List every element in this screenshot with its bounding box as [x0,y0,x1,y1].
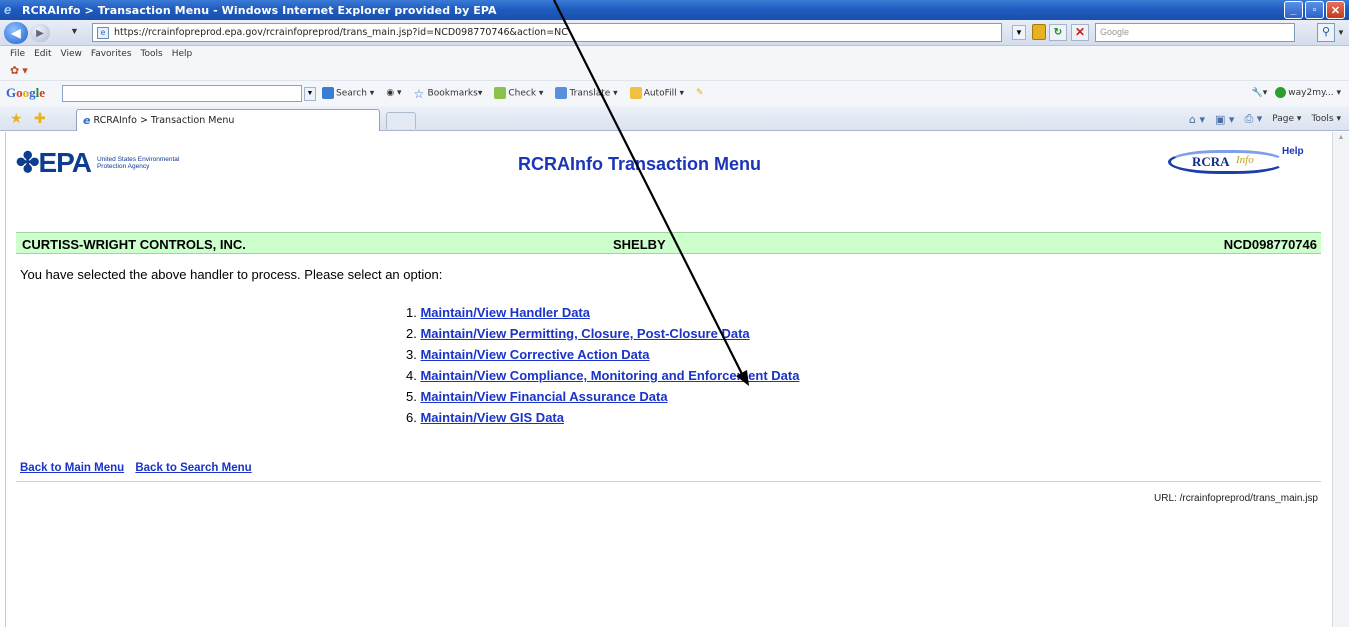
favorites-star-icon[interactable]: ★ [10,110,23,127]
instructions-text: You have selected the above handler to p… [20,267,443,282]
back-to-search-menu-link[interactable]: Back to Search Menu [135,462,251,474]
rcra-logo-text: RCRA [1192,154,1230,169]
google-search-button[interactable]: Search ▾ [322,87,374,99]
page-menu-button[interactable]: Page ▾ [1272,114,1301,124]
command-bar: ⌂ ▾ ▣ ▾ ⎙ ▾ Page ▾ Tools ▾ [1189,112,1341,126]
page-title: RCRAInfo Transaction Menu [518,154,762,174]
search-icon[interactable]: ⚲ [1317,23,1335,42]
maximize-button[interactable]: ▫ [1305,1,1324,19]
new-tab-button[interactable] [386,112,416,129]
menu-favorites[interactable]: Favorites [91,49,132,59]
address-dropdown-icon[interactable]: ▼ [1012,25,1026,40]
refresh-button[interactable]: ↻ [1049,24,1067,41]
forward-button[interactable]: ▶ [30,24,50,42]
google-toolbar: Google ▼ Search ▾ ◉ ▾ ☆ Bookmarks▾ Check … [0,80,1349,106]
divider [16,481,1321,482]
list-item: 5. Maintain/View Financial Assurance Dat… [406,389,668,404]
address-toolbar: ◀ ▶ ▼ e https://rcrainfopreprod.epa.gov/… [0,20,1349,46]
list-item: 4. Maintain/View Compliance, Monitoring … [406,368,800,383]
tab-bar: ★ ✚ e RCRAInfo > Transaction Menu ⌂ ▾ ▣ … [0,106,1349,131]
url-note: URL: /rcrainfopreprod/trans_main.jsp [1154,493,1318,504]
list-item: 1. Maintain/View Handler Data [406,305,590,320]
lock-icon[interactable] [1032,24,1046,40]
menu-view[interactable]: View [61,49,82,59]
menu-bar: File Edit View Favorites Tools Help ✿ ▾ [0,46,1349,80]
google-user[interactable]: way2my... ▾ [1275,87,1341,98]
vertical-scrollbar[interactable]: ▲ [1332,132,1349,627]
back-button[interactable]: ◀ [4,22,28,44]
search-input[interactable]: Google [1095,23,1295,42]
option-permitting-data-link[interactable]: Maintain/View Permitting, Closure, Post-… [420,326,749,341]
page-icon: e [97,26,109,39]
option-handler-data-link[interactable]: Maintain/View Handler Data [420,305,590,320]
epa-subtitle: United States Environmental Protection A… [96,155,180,170]
list-item: 6. Maintain/View GIS Data [406,410,564,425]
option-corrective-action-link[interactable]: Maintain/View Corrective Action Data [420,347,649,362]
address-url: https://rcrainfopreprod.epa.gov/rcrainfo… [114,27,568,38]
google-extras-icon[interactable]: ◉ ▾ [386,88,401,98]
add-favorites-icon[interactable]: ✚ [34,110,46,127]
google-search-input[interactable] [62,85,302,102]
ie-tab-icon: e [83,114,91,127]
epa-logo[interactable]: ✤EPA United States Environmental Protect… [16,146,187,179]
handler-info-band: CURTISS-WRIGHT CONTROLS, INC. SHELBY NCD… [16,232,1321,254]
google-tools: Search ▾ ◉ ▾ ☆ Bookmarks▾ Check ▾ Transla… [322,87,704,101]
internet-explorer-icon: e [4,2,12,17]
list-item: 2. Maintain/View Permitting, Closure, Po… [406,326,750,341]
handler-name: CURTISS-WRIGHT CONTROLS, INC. [22,237,246,252]
addon-icon[interactable]: ✿ ▾ [10,64,28,77]
google-check-button[interactable]: Check ▾ [494,87,543,99]
stop-button[interactable]: ✕ [1071,24,1089,41]
history-dropdown-icon[interactable]: ▼ [70,26,79,36]
window-title: RCRAInfo > Transaction Menu - Windows In… [22,3,497,17]
window-title-bar[interactable]: e RCRAInfo > Transaction Menu - Windows … [0,0,1349,20]
help-link[interactable]: Help [1282,146,1304,157]
tab-label: RCRAInfo > Transaction Menu [93,115,235,126]
google-translate-button[interactable]: Translate ▾ [555,87,618,99]
menu-edit[interactable]: Edit [34,49,51,59]
minimize-button[interactable]: _ [1284,1,1303,19]
back-to-main-menu-link[interactable]: Back to Main Menu [20,462,124,474]
settings-wrench-icon[interactable]: 🔧▾ [1252,88,1268,98]
tools-menu-button[interactable]: Tools ▾ [1311,114,1341,124]
rcra-logo-info: Info [1236,154,1254,166]
print-icon[interactable]: ⎙ ▾ [1244,112,1262,126]
option-compliance-link[interactable]: Maintain/View Compliance, Monitoring and… [420,368,799,383]
options-list: 1. Maintain/View Handler Data 2. Maintai… [406,302,799,428]
google-logo: Google [6,85,46,100]
list-item: 3. Maintain/View Corrective Action Data [406,347,650,362]
menu-file[interactable]: File [10,49,25,59]
window-controls: _ ▫ ✕ [1284,1,1345,19]
page-content: ✤EPA United States Environmental Protect… [5,132,1332,627]
google-autofill-button[interactable]: AutoFill ▾ [629,87,684,99]
google-dropdown-icon[interactable]: ▼ [304,87,316,101]
footer-links: Back to Main Menu Back to Search Menu [20,462,260,474]
epa-wordmark: ✤EPA [16,147,92,178]
menu-items: File Edit View Favorites Tools Help [10,49,192,59]
close-button[interactable]: ✕ [1326,1,1345,19]
menu-help[interactable]: Help [172,49,193,59]
home-icon[interactable]: ⌂ ▾ [1189,113,1205,126]
rcra-info-logo[interactable]: RCRA Info Help [1168,146,1316,180]
google-account: 🔧▾ way2my... ▾ [1252,87,1341,98]
scroll-up-icon[interactable]: ▲ [1335,134,1347,146]
feeds-icon[interactable]: ▣ ▾ [1215,113,1234,126]
handler-city: SHELBY [613,237,666,252]
menu-tools[interactable]: Tools [141,49,163,59]
address-field[interactable]: e https://rcrainfopreprod.epa.gov/rcrain… [92,23,1002,42]
tab-transaction-menu[interactable]: e RCRAInfo > Transaction Menu [76,109,380,131]
option-financial-assurance-link[interactable]: Maintain/View Financial Assurance Data [420,389,667,404]
handler-id: NCD098770746 [1223,237,1317,252]
option-gis-data-link[interactable]: Maintain/View GIS Data [420,410,564,425]
search-options-icon[interactable]: ▼ [1337,28,1345,37]
highlighter-icon[interactable]: ✎ [696,88,704,98]
google-bookmarks-button[interactable]: ☆ Bookmarks▾ [414,87,483,101]
